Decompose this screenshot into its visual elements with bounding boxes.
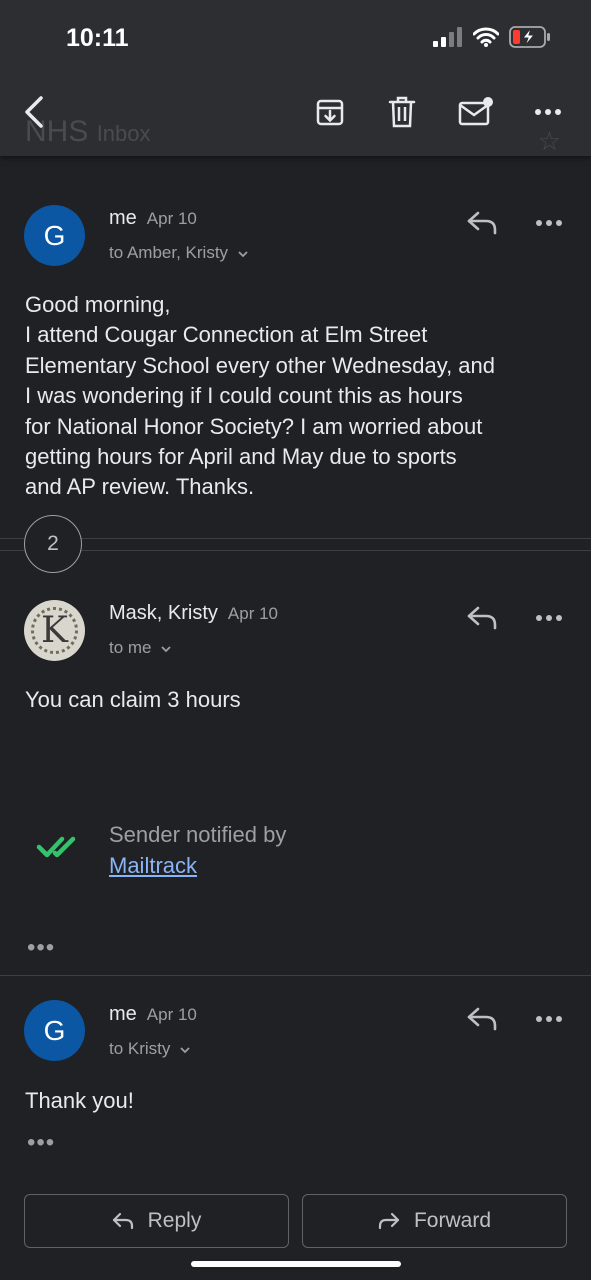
reply-button[interactable]: Reply (24, 1194, 289, 1248)
message-header[interactable]: Mask, Kristy Apr 10 (109, 602, 278, 625)
avatar: G (24, 1000, 85, 1061)
more-horizontal-icon[interactable] (535, 218, 563, 228)
sender-name: me (109, 1003, 137, 1025)
mail-unread-icon (458, 97, 493, 126)
battery-icon (509, 26, 550, 48)
trash-icon (388, 96, 416, 128)
back-button[interactable] (14, 92, 54, 132)
message-header[interactable]: me Apr 10 (109, 207, 197, 230)
chevron-down-icon (238, 251, 248, 258)
mailtrack-notice: Sender notified by Mailtrack (109, 819, 286, 881)
more-horizontal-icon[interactable] (535, 1014, 563, 1024)
message-date: Apr 10 (146, 209, 197, 228)
recipients-label: to Kristy (109, 1039, 171, 1058)
top-app-bar: 10:11 NHS Inbox ☆ (0, 0, 591, 156)
message-body: Good morning, I attend Cougar Connection… (25, 292, 496, 500)
reply-icon[interactable] (466, 604, 498, 632)
recipients-toggle[interactable]: to me (109, 638, 172, 658)
recipients-label: to Amber, Kristy (109, 243, 229, 262)
reply-icon[interactable] (466, 1005, 498, 1033)
status-icons (433, 26, 551, 48)
mailtrack-text: Sender notified by (109, 822, 287, 847)
forward-button[interactable]: Forward (302, 1194, 567, 1248)
show-trimmed-content-button[interactable]: ••• (27, 934, 55, 962)
chevron-down-icon (161, 646, 171, 653)
message-body: Thank you! (25, 1088, 134, 1113)
cellular-signal-icon (433, 27, 462, 47)
divider (0, 975, 591, 976)
chevron-down-icon (180, 1047, 190, 1054)
avatar: K (24, 600, 85, 661)
delete-button[interactable] (382, 92, 422, 132)
forward-label: Forward (413, 1209, 492, 1232)
message-body: You can claim 3 hours (25, 687, 241, 712)
sender-name: me (109, 207, 137, 229)
wifi-icon (473, 27, 499, 47)
forward-icon (378, 1212, 400, 1230)
mailtrack-link[interactable]: Mailtrack (109, 850, 286, 881)
more-horizontal-icon[interactable] (535, 613, 563, 623)
reply-icon (112, 1212, 133, 1230)
divider (0, 550, 591, 551)
back-arrow-icon (25, 96, 43, 128)
avatar: G (24, 205, 85, 266)
message-date: Apr 10 (146, 1005, 197, 1024)
recipients-toggle[interactable]: to Amber, Kristy (109, 243, 249, 263)
collapsed-messages-count[interactable]: 2 (24, 515, 82, 573)
more-options-button[interactable] (528, 92, 568, 132)
sender-name: Mask, Kristy (109, 602, 218, 624)
status-time: 10:11 (66, 24, 129, 52)
recipients-label: to me (109, 638, 152, 657)
mark-unread-button[interactable] (456, 92, 496, 132)
reply-label: Reply (147, 1209, 202, 1232)
message-date: Apr 10 (227, 604, 278, 623)
archive-button[interactable] (310, 92, 350, 132)
home-indicator[interactable] (191, 1261, 401, 1267)
recipients-toggle[interactable]: to Kristy (109, 1039, 191, 1059)
divider (0, 538, 591, 539)
more-horizontal-icon (535, 109, 561, 115)
archive-icon (316, 99, 344, 126)
mailtrack-check-icon (36, 836, 76, 858)
show-trimmed-content-button[interactable]: ••• (27, 1129, 55, 1157)
reply-icon[interactable] (466, 209, 498, 237)
message-header[interactable]: me Apr 10 (109, 1003, 197, 1026)
